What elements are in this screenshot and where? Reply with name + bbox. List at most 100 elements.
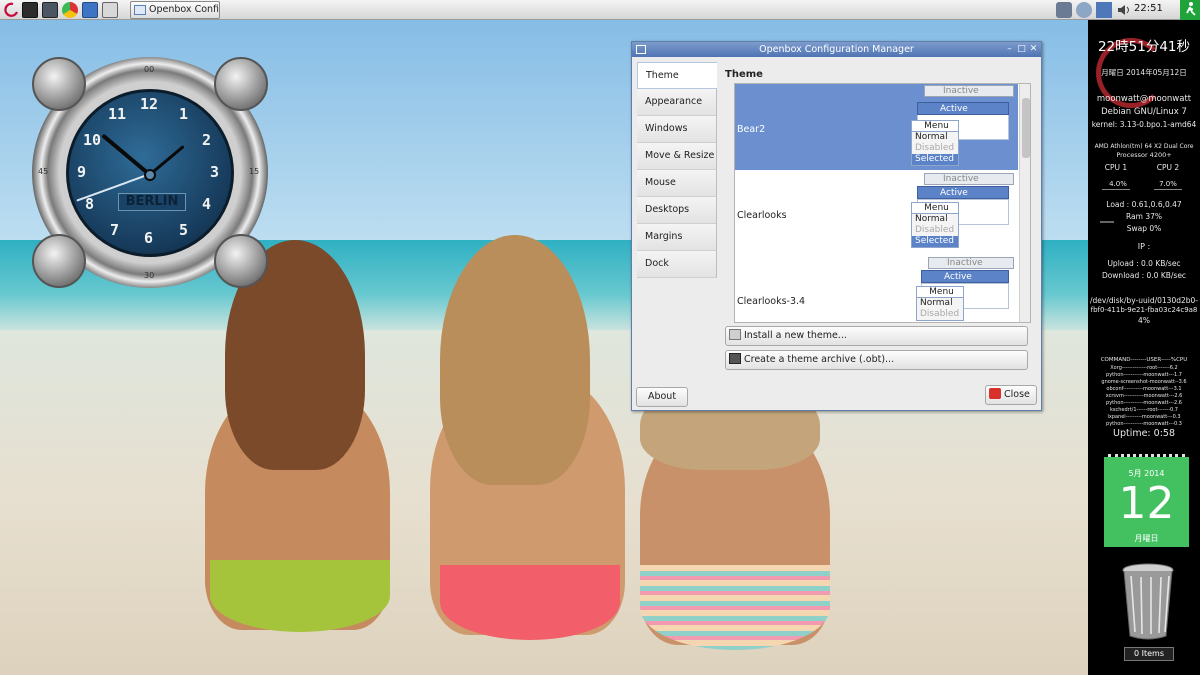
preview-inactive-label: Inactive bbox=[947, 258, 983, 268]
settings-nav: Theme Appearance Windows Move & Resize M… bbox=[637, 62, 717, 305]
preview-active-window: Active bbox=[917, 186, 1009, 199]
preview-active-label: Active bbox=[940, 188, 968, 198]
clock-center bbox=[144, 169, 156, 181]
nav-item-windows[interactable]: Windows bbox=[637, 116, 717, 143]
preview-menu-normal: Normal bbox=[920, 298, 953, 308]
monitor-icon[interactable] bbox=[42, 2, 58, 18]
theme-row[interactable]: Bear2 Inactive Active Menu Normal Disabl… bbox=[735, 84, 1018, 170]
close-button[interactable]: Close bbox=[985, 385, 1037, 405]
conky-load: Load : 0.61,0.6,0.47 bbox=[1106, 200, 1182, 209]
preview-menu: Menu Normal Disabled bbox=[916, 286, 964, 321]
conky-disk-usage: 4% bbox=[1138, 316, 1150, 325]
clock-number: 11 bbox=[108, 105, 127, 123]
chrome-icon[interactable] bbox=[62, 2, 78, 18]
preview-menu-selected: Selected bbox=[912, 236, 958, 247]
preview-menu: Menu Normal Disabled Selected bbox=[911, 202, 959, 248]
bolt-icon bbox=[32, 57, 86, 111]
nav-item-dock[interactable]: Dock bbox=[637, 251, 717, 278]
conky-process: xcrsvm-----------moonwatt---2.6 bbox=[1105, 393, 1183, 399]
conky-download: Download : 0.0 KB/sec bbox=[1101, 271, 1187, 280]
preview-active-label: Active bbox=[940, 104, 968, 114]
preview-menu-title: Menu bbox=[912, 121, 958, 132]
debian-menu-icon[interactable] bbox=[4, 2, 20, 18]
calendar-spiral bbox=[1108, 454, 1185, 461]
save-icon bbox=[729, 353, 741, 364]
network-icon[interactable] bbox=[1056, 2, 1072, 18]
bezel-mark: 30 bbox=[144, 271, 155, 280]
close-icon bbox=[989, 388, 1001, 399]
weather-icon[interactable] bbox=[1096, 2, 1112, 18]
bikini-right bbox=[640, 565, 830, 650]
calendar-widget[interactable]: 5月 2014 12 月曜日 bbox=[1104, 454, 1189, 547]
conky-swap: Swap 0% bbox=[1126, 224, 1162, 233]
conky-process: python-----------moonwatt---1.7 bbox=[1106, 372, 1182, 378]
conky-process: python-----------moonwatt---2.6 bbox=[1106, 400, 1182, 406]
close-icon[interactable]: ✕ bbox=[1028, 44, 1039, 55]
theme-name: Clearlooks-3.4 bbox=[737, 296, 806, 307]
nav-item-desktops[interactable]: Desktops bbox=[637, 197, 717, 224]
theme-list[interactable]: Bear2 Inactive Active Menu Normal Disabl… bbox=[734, 83, 1031, 323]
cpu1-bar bbox=[1102, 189, 1130, 190]
about-button[interactable]: About bbox=[636, 387, 688, 407]
nav-item-mouse[interactable]: Mouse bbox=[637, 170, 717, 197]
theme-row[interactable]: Clearlooks Inactive Active Menu Normal D… bbox=[735, 170, 1018, 256]
nav-item-move-resize[interactable]: Move & Resize bbox=[637, 143, 717, 170]
cpu2-bar bbox=[1154, 189, 1182, 190]
nav-item-margins[interactable]: Margins bbox=[637, 224, 717, 251]
bolt-icon bbox=[32, 234, 86, 288]
conky-os: Debian GNU/Linux 7 bbox=[1101, 107, 1187, 117]
analog-clock-widget: 00 15 30 45 12 1 2 3 4 5 6 7 8 9 10 11 B… bbox=[30, 55, 270, 290]
conky-process: kschedrt/1------root-------0.7 bbox=[1110, 407, 1178, 413]
exit-icon[interactable] bbox=[1180, 0, 1200, 20]
clock-number: 9 bbox=[77, 163, 87, 181]
preview-menu-title: Menu bbox=[912, 203, 958, 214]
clock-number: 7 bbox=[110, 221, 120, 239]
maximize-icon[interactable]: □ bbox=[1016, 44, 1027, 55]
create-archive-button[interactable]: Create a theme archive (.obt)... bbox=[725, 350, 1028, 370]
preview-menu-disabled: Disabled bbox=[915, 225, 955, 235]
volume-icon[interactable] bbox=[1116, 2, 1132, 18]
task-label: Openbox Config… bbox=[149, 4, 220, 15]
trash-items-count: 0 Items bbox=[1124, 647, 1174, 661]
clock-number: 10 bbox=[83, 131, 102, 149]
bezel-mark: 15 bbox=[249, 167, 260, 176]
theme-list-scrollbar[interactable] bbox=[1019, 84, 1030, 322]
nav-item-appearance[interactable]: Appearance bbox=[637, 89, 717, 116]
preview-menu-normal: Normal bbox=[915, 214, 948, 224]
files-icon[interactable] bbox=[82, 2, 98, 18]
screenshot-icon[interactable] bbox=[102, 2, 118, 18]
close-button-label: Close bbox=[1004, 389, 1030, 400]
theme-row[interactable]: Clearlooks-3.4 Inactive Active Menu Norm… bbox=[735, 256, 1018, 322]
conky-process: obconf-----------moonwatt---3.1 bbox=[1106, 386, 1182, 392]
terminal-icon[interactable] bbox=[22, 2, 38, 18]
trash-icon[interactable] bbox=[1121, 562, 1176, 640]
clock-number: 4 bbox=[202, 195, 212, 213]
network-manager-icon[interactable] bbox=[1076, 2, 1092, 18]
conky-panel: 22時51分41秒 月曜日 2014年05月12日 moonwatt@moonw… bbox=[1088, 20, 1200, 675]
conky-cpu-model: Processor 4200+ bbox=[1116, 151, 1172, 159]
preview-menu-normal: Normal bbox=[915, 132, 948, 142]
clock-number: 3 bbox=[210, 163, 220, 181]
preview-inactive-window: Inactive bbox=[928, 257, 1014, 269]
conky-uptime: Uptime: 0:58 bbox=[1112, 428, 1175, 439]
nav-item-theme[interactable]: Theme bbox=[637, 62, 717, 89]
minimize-icon[interactable]: – bbox=[1004, 44, 1015, 55]
preview-active-label: Active bbox=[944, 272, 972, 282]
preview-active-window: Active bbox=[917, 102, 1009, 115]
conky-disk: fbf0-411b-9e21-fba03c24c9a8 bbox=[1090, 306, 1198, 314]
window-titlebar[interactable]: Openbox Configuration Manager – □ ✕ bbox=[632, 42, 1041, 57]
task-openbox-config[interactable]: Openbox Config… bbox=[130, 1, 220, 19]
preview-menu: Menu Normal Disabled Selected bbox=[911, 120, 959, 166]
city-label: BERLIN bbox=[118, 193, 186, 211]
taskbar-clock[interactable]: 22:51 bbox=[1134, 3, 1163, 14]
scrollbar-thumb[interactable] bbox=[1022, 98, 1030, 158]
install-theme-button[interactable]: Install a new theme... bbox=[725, 326, 1028, 346]
preview-inactive-label: Inactive bbox=[943, 86, 979, 96]
bikini-middle bbox=[440, 565, 620, 640]
clock-number: 2 bbox=[202, 131, 212, 149]
conky-user-host: moonwatt@moonwatt bbox=[1096, 94, 1192, 104]
window-icon bbox=[134, 5, 146, 15]
install-icon bbox=[729, 329, 741, 340]
conky-process: lxpanel---------moonwatt---0.3 bbox=[1107, 414, 1181, 420]
conky-time: 22時51分41秒 bbox=[1097, 39, 1191, 55]
